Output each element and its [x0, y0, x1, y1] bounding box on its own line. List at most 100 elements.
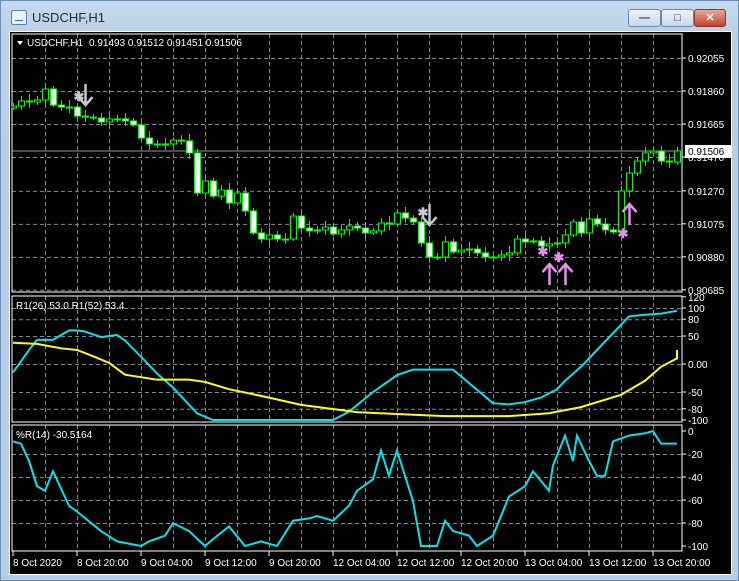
indicator2-axis-label: -40 — [688, 473, 703, 484]
bearish-candle — [74, 106, 81, 117]
time-axis-label: 13 Oct 20:00 — [653, 558, 711, 569]
indicator1-axis-label: 0.00 — [688, 360, 708, 371]
header-symbol: USDCHF,H1 — [27, 38, 84, 49]
bearish-candle — [402, 212, 409, 219]
bullish-candle — [442, 241, 449, 258]
time-axis-label: 12 Oct 20:00 — [461, 558, 519, 569]
bearish-candle — [226, 189, 233, 204]
bearish-candle — [82, 115, 89, 118]
indicator2-axis-label: -80 — [688, 519, 703, 530]
bullish-candle — [106, 118, 113, 123]
indicator1-axis-label: 50 — [688, 332, 700, 343]
bearish-candle — [250, 210, 257, 234]
collapse-triangle-icon[interactable] — [17, 41, 23, 45]
up-arrow-icon — [557, 262, 574, 286]
bullish-candle — [586, 218, 593, 234]
bearish-candle — [90, 116, 97, 119]
bearish-candle — [258, 232, 265, 240]
indicator2-axis-label: -100 — [688, 542, 708, 553]
bullish-candle — [530, 240, 537, 243]
bearish-candle — [50, 88, 57, 106]
maximize-button[interactable]: □ — [661, 9, 694, 27]
bullish-candle — [466, 248, 473, 251]
bullish-candle — [322, 226, 329, 231]
chart-canvas[interactable]: ✱✱✱ ✱✱ USDCHF,H1 0.91493 0.91512 0.91451 … — [11, 33, 732, 573]
star-icon: ✱ — [538, 244, 549, 259]
bullish-candle — [18, 100, 25, 107]
indicator2-axis-label: -60 — [688, 496, 703, 507]
bullish-candle — [634, 160, 641, 174]
indicator2-label: %R(14) -30.5164 — [16, 430, 93, 441]
bullish-candle — [626, 172, 633, 192]
price-axis-label: 0.91860 — [688, 87, 725, 98]
bearish-candle — [26, 100, 33, 103]
bearish-candle — [666, 160, 673, 163]
signal-markers: ✱✱✱ ✱✱ — [74, 84, 638, 286]
bullish-candle — [514, 238, 521, 254]
bullish-candle — [562, 234, 569, 244]
bullish-candle — [66, 106, 73, 109]
bullish-candle — [170, 139, 177, 145]
indicator2-axis-label: -20 — [688, 450, 703, 461]
bullish-candle — [114, 118, 121, 121]
bullish-candle — [234, 192, 241, 204]
time-axis-label: 9 Oct 20:00 — [269, 558, 321, 569]
price-axis-label: 0.91665 — [688, 120, 725, 131]
maximize-icon: □ — [674, 12, 681, 24]
bearish-candle — [450, 241, 457, 253]
indicator1-axis-label: -50 — [688, 388, 703, 399]
bearish-candle — [122, 118, 129, 122]
bearish-candle — [154, 143, 161, 146]
candles — [11, 82, 681, 263]
bearish-candle — [58, 104, 65, 108]
bullish-candle — [346, 225, 353, 231]
time-axis-label: 13 Oct 04:00 — [525, 558, 583, 569]
bearish-candle — [410, 217, 417, 223]
bullish-candle — [378, 222, 385, 232]
minimize-icon: — — [639, 12, 650, 24]
bearish-candle — [522, 238, 529, 243]
indicator1-axis-label: 80 — [688, 315, 700, 326]
time-axis-label: 13 Oct 12:00 — [589, 558, 647, 569]
up-arrow-icon — [541, 262, 558, 286]
bearish-candle — [130, 120, 137, 126]
bearish-candle — [138, 124, 145, 139]
bearish-candle — [482, 252, 489, 258]
bullish-candle — [554, 242, 561, 245]
indicator1-axis-label: -100 — [688, 416, 708, 427]
indicator1-axis-label: 100 — [688, 304, 705, 315]
title-bar[interactable]: USDCHF,H1 — □ ✕ — [1, 1, 738, 31]
bullish-candle — [490, 256, 497, 259]
bearish-candle — [602, 223, 609, 231]
price-axis-label: 0.91075 — [688, 220, 725, 231]
bearish-candle — [330, 226, 337, 235]
time-axis-label: 8 Oct 2020 — [13, 558, 62, 569]
bearish-candle — [274, 234, 281, 240]
bullish-candle — [34, 99, 41, 103]
close-button[interactable]: ✕ — [694, 9, 726, 27]
window-title: USDCHF,H1 — [32, 10, 105, 25]
price-axis-label: 0.91270 — [688, 187, 725, 198]
indicator1-label: R1(26) 53.0 R1(52) 53.4 — [16, 301, 125, 312]
time-axis-label: 9 Oct 12:00 — [205, 558, 257, 569]
bullish-candle — [266, 234, 273, 240]
bearish-candle — [242, 192, 249, 212]
indicator2-axis-label: 0 — [688, 427, 694, 438]
williams-r-line — [12, 429, 677, 548]
bearish-candle — [474, 248, 481, 254]
time-axis-label: 12 Oct 12:00 — [397, 558, 455, 569]
minimize-button[interactable]: — — [628, 9, 661, 27]
main-pane-border — [11, 33, 683, 293]
bullish-candle — [674, 150, 681, 163]
bullish-candle — [394, 212, 401, 225]
bearish-candle — [354, 225, 361, 229]
bullish-candle — [642, 152, 649, 162]
bearish-candle — [186, 140, 193, 154]
price-axis-label: 0.92055 — [688, 54, 725, 65]
close-icon: ✕ — [705, 12, 715, 24]
time-axis-label: 9 Oct 04:00 — [141, 558, 193, 569]
bearish-candle — [306, 227, 313, 232]
bullish-candle — [570, 221, 577, 236]
bearish-candle — [194, 152, 201, 194]
chart-area[interactable]: ✱ ✱ ✱ ✱ ✱ USDCHF,H1 0.91493 0.91512 0.91451 … — [9, 31, 732, 575]
